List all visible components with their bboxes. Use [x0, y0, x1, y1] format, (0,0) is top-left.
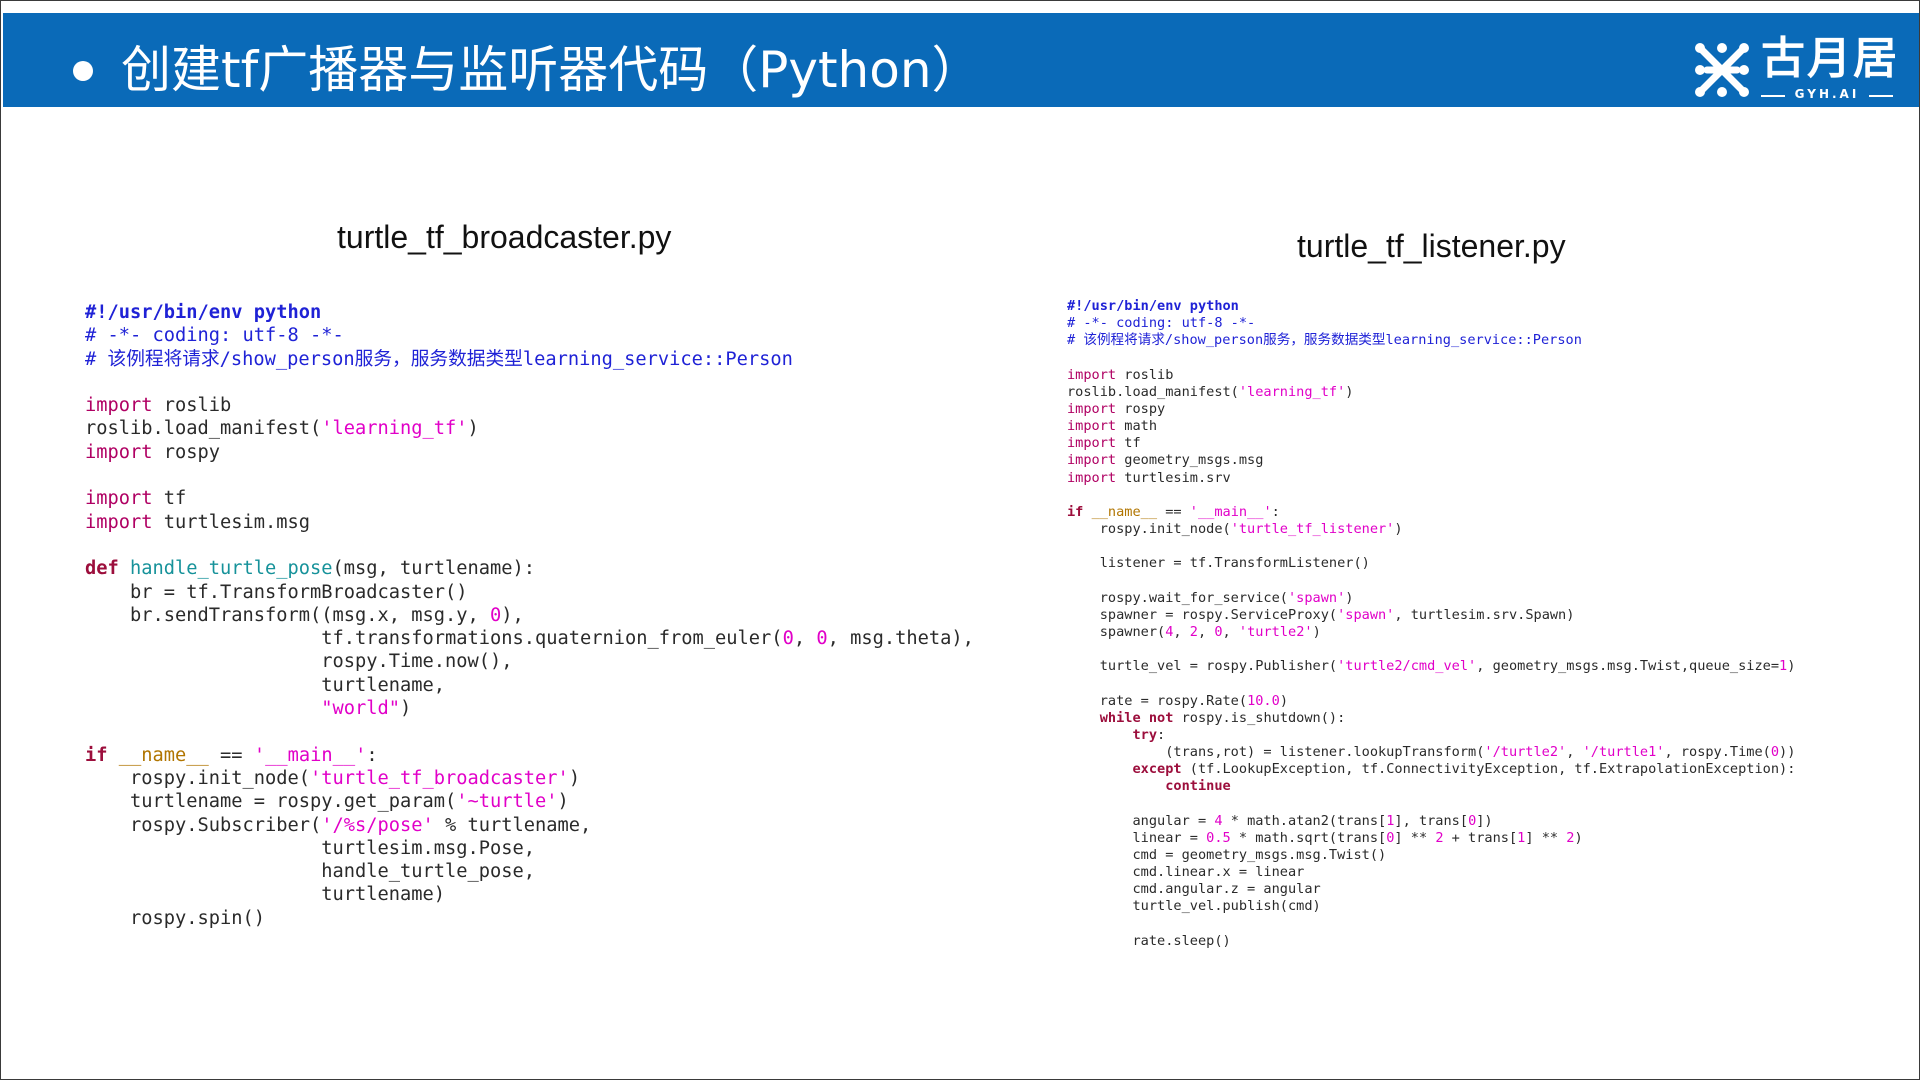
- code-line: br = tf.TransformBroadcaster(): [85, 581, 468, 603]
- listener-code-block: #!/usr/bin/env python # -*- coding: utf-8…: [1067, 298, 1795, 950]
- code-line: import roslib: [85, 395, 232, 417]
- code-line: def handle_turtle_pose(msg, turtlename):: [85, 558, 536, 580]
- code-line: import geometry_msgs.msg: [1067, 452, 1264, 469]
- logo-rule-right: [1869, 95, 1893, 97]
- code-line: import tf: [85, 488, 187, 510]
- code-line: turtlename): [85, 884, 446, 906]
- code-line: rospy.wait_for_service('spawn'): [1067, 589, 1354, 606]
- code-line: rospy.spin(): [85, 907, 266, 929]
- code-line: cmd = geometry_msgs.msg.Twist(): [1067, 847, 1387, 863]
- code-line: spawner(4, 2, 0, 'turtle2'): [1067, 623, 1321, 640]
- code-line: rospy.init_node('turtle_tf_broadcaster'): [85, 767, 581, 789]
- broadcaster-code-block: #!/usr/bin/env python # -*- coding: utf-8…: [85, 301, 974, 930]
- code-line: import math: [1067, 418, 1158, 435]
- code-line: continue: [1165, 778, 1231, 795]
- code-line: while not rospy.is_shutdown():: [1099, 709, 1346, 726]
- logo-wordmark: 古月居: [1761, 33, 1899, 84]
- code-line: turtle_vel.publish(cmd): [1067, 898, 1321, 915]
- brand-logo: 古月居 GYH.AI: [1689, 31, 1899, 107]
- code-line: linear = 0.5 * math.sqrt(trans[0] ** 2 +…: [1067, 829, 1583, 846]
- code-line: try:: [1132, 726, 1166, 743]
- bullet-icon: [73, 61, 93, 81]
- code-line: listener = tf.TransformListener(): [1067, 555, 1370, 572]
- logo-mark-icon: [1695, 43, 1749, 97]
- code-line: cmd.linear.x = linear: [1067, 864, 1305, 881]
- code-line: handle_turtle_pose,: [85, 861, 536, 883]
- code-line: import rospy: [85, 441, 221, 463]
- logo-subtitle: GYH.AI: [1794, 87, 1860, 101]
- code-line: import roslib: [1067, 366, 1174, 383]
- code-line: # 该例程将请求/show_person服务，服务数据类型learning_se…: [85, 348, 793, 370]
- code-line: except (tf.LookupException, tf.Connectiv…: [1132, 761, 1796, 778]
- code-line: import turtlesim.msg: [85, 511, 311, 533]
- code-line: rate.sleep(): [1067, 932, 1231, 949]
- code-line: roslib.load_manifest('learning_tf'): [1067, 383, 1354, 400]
- code-line: #!/usr/bin/env python: [85, 302, 322, 323]
- code-line: turtlename = rospy.get_param('~turtle'): [85, 791, 569, 813]
- code-line: import tf: [1067, 435, 1141, 452]
- slide-title: 创建tf广播器与监听器代码（Python）: [121, 41, 982, 99]
- code-line: # 该例程将请求/show_person服务，服务数据类型learning_se…: [1067, 332, 1582, 349]
- code-line: cmd.angular.z = angular: [1067, 881, 1321, 898]
- code-line: br.sendTransform((msg.x, msg.y, 0),: [85, 604, 524, 626]
- code-line: tf.transformations.quaternion_from_euler…: [85, 628, 974, 650]
- code-line: import rospy: [1067, 400, 1166, 417]
- listener-filename: turtle_tf_listener.py: [1297, 228, 1566, 264]
- code-line: rospy.init_node('turtle_tf_listener'): [1067, 521, 1403, 538]
- code-line: roslib.load_manifest('learning_tf'): [85, 418, 479, 440]
- code-line: angular = 4 * math.atan2(trans[1], trans…: [1067, 812, 1493, 829]
- code-line: rate = rospy.Rate(10.0): [1067, 692, 1288, 709]
- code-line: rospy.Time.now(),: [85, 651, 513, 673]
- code-line: (trans,rot) = listener.lookupTransform('…: [1067, 744, 1796, 761]
- code-line: if __name__ == '__main__':: [85, 744, 378, 766]
- code-line: import turtlesim.srv: [1067, 469, 1231, 486]
- code-line: turtlename,: [85, 674, 446, 696]
- code-line: turtle_vel = rospy.Publisher('turtle2/cm…: [1067, 658, 1796, 675]
- code-line: spawner = rospy.ServiceProxy('spawn', tu…: [1067, 606, 1575, 623]
- code-line: rospy.Subscriber('/%s/pose' % turtlename…: [85, 814, 592, 836]
- code-line: #!/usr/bin/env python: [1067, 298, 1239, 314]
- code-line: "world"): [321, 698, 412, 720]
- code-line: turtlesim.msg.Pose,: [85, 837, 536, 859]
- broadcaster-filename: turtle_tf_broadcaster.py: [337, 219, 672, 255]
- code-line: # -*- coding: utf-8 -*-: [1067, 315, 1256, 332]
- code-line: if __name__ == '__main__':: [1067, 503, 1280, 520]
- title-bar: 创建tf广播器与监听器代码（Python） 古月居 GYH.AI: [3, 13, 1919, 107]
- slide: 创建tf广播器与监听器代码（Python） 古月居 GYH.AI turtle_…: [0, 0, 1920, 1080]
- code-line: # -*- coding: utf-8 -*-: [85, 325, 344, 347]
